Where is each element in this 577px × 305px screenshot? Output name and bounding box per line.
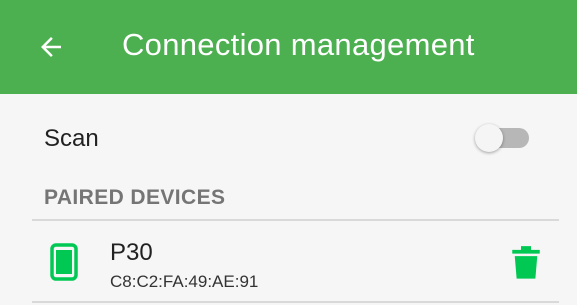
device-name: P30: [110, 239, 153, 266]
divider: [32, 301, 559, 303]
scan-label: Scan: [44, 125, 99, 152]
app-bar: Connection management: [0, 0, 577, 94]
divider: [32, 219, 559, 221]
scan-row: Scan: [0, 94, 577, 182]
toggle-thumb: [475, 124, 503, 152]
arrow-left-icon: [41, 37, 61, 57]
list-item[interactable]: P30 C8:C2:FA:49:AE:91: [0, 222, 577, 302]
section-header-paired-devices: PAIRED DEVICES: [44, 186, 226, 209]
back-button[interactable]: [34, 30, 68, 64]
scan-toggle[interactable]: [475, 124, 531, 152]
smartphone-icon: [50, 243, 78, 281]
trash-icon[interactable]: [511, 246, 541, 280]
device-mac-address: C8:C2:FA:49:AE:91: [110, 272, 259, 291]
page-title: Connection management: [122, 27, 475, 62]
